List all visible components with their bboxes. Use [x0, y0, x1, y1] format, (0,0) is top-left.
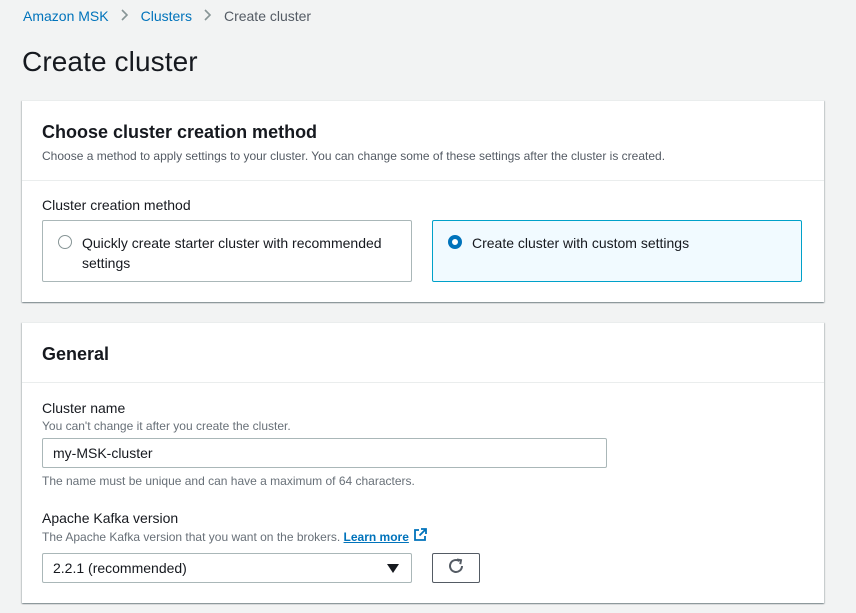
option-quick-create[interactable]: Quickly create starter cluster with reco…: [42, 220, 412, 282]
learn-more-label: Learn more: [343, 530, 409, 544]
chevron-right-icon: [115, 8, 135, 24]
general-panel: General Cluster name You can't change it…: [22, 322, 824, 603]
option-custom-create-label: Create cluster with custom settings: [472, 235, 690, 251]
option-custom-create[interactable]: Create cluster with custom settings: [432, 220, 802, 282]
cluster-name-label: Cluster name: [42, 400, 126, 416]
option-quick-create-label: Quickly create starter cluster with reco…: [82, 235, 382, 271]
cluster-name-input[interactable]: my-MSK-cluster: [42, 438, 607, 468]
learn-more-link[interactable]: Learn more: [343, 527, 427, 545]
breadcrumb-amazon-msk[interactable]: Amazon MSK: [23, 8, 109, 24]
radio-unchecked-icon[interactable]: [58, 235, 72, 249]
kafka-version-select[interactable]: 2.2.1 (recommended): [42, 553, 412, 583]
refresh-icon: [447, 557, 465, 580]
kafka-version-hint: The Apache Kafka version that you want o…: [42, 530, 341, 544]
breadcrumb-current: Create cluster: [223, 8, 312, 24]
kafka-version-hint-row: The Apache Kafka version that you want o…: [42, 527, 427, 545]
page-title: Create cluster: [22, 46, 198, 77]
panel-title: Choose cluster creation method: [42, 122, 318, 142]
caret-down-icon: [387, 564, 399, 573]
panel-title: General: [42, 344, 110, 364]
breadcrumb: Amazon MSK Clusters Create cluster: [23, 6, 311, 26]
radio-checked-icon[interactable]: [448, 235, 462, 249]
cluster-name-hint: You can't change it after you create the…: [42, 419, 291, 433]
cluster-name-constraint: The name must be unique and can have a m…: [42, 474, 415, 488]
panel-header: General: [22, 323, 824, 383]
panel-header: Choose cluster creation method Choose a …: [22, 101, 824, 181]
panel-description: Choose a method to apply settings to you…: [42, 149, 666, 163]
creation-method-panel: Choose cluster creation method Choose a …: [22, 100, 824, 302]
chevron-right-icon: [198, 8, 218, 24]
external-link-icon[interactable]: [413, 527, 427, 545]
creation-method-label: Cluster creation method: [42, 197, 191, 213]
breadcrumb-clusters[interactable]: Clusters: [141, 8, 192, 24]
kafka-version-label: Apache Kafka version: [42, 510, 179, 526]
kafka-version-selected: 2.2.1 (recommended): [53, 560, 187, 576]
refresh-button[interactable]: [432, 553, 480, 583]
